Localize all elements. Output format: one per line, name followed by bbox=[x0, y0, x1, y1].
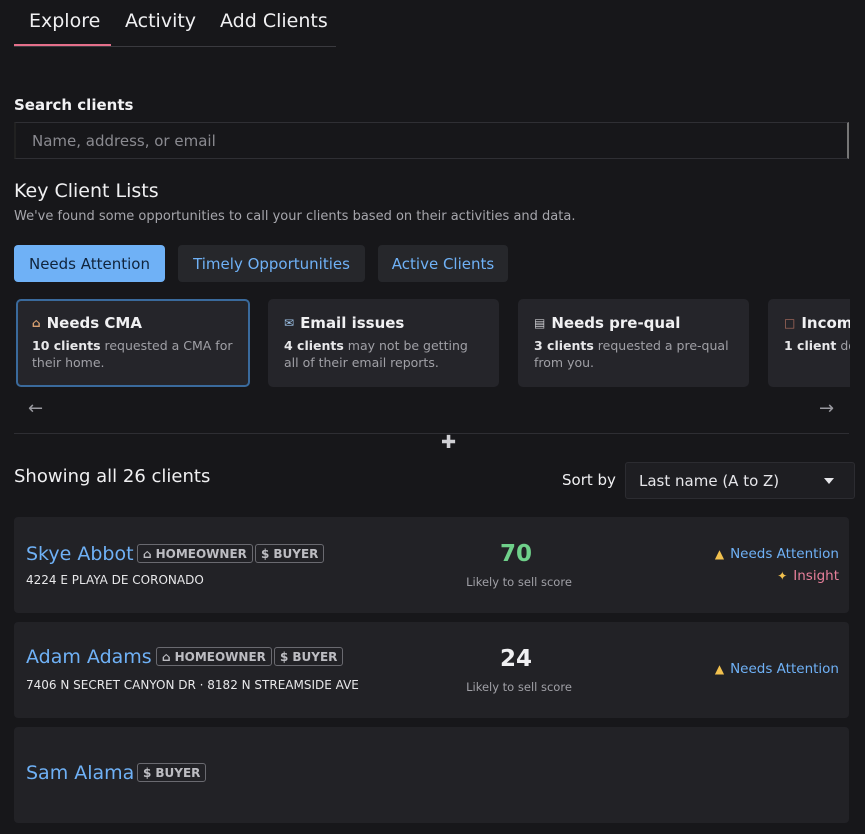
card-count: 1 client bbox=[784, 338, 837, 353]
tag-homeowner: ⌂ HOMEOWNER bbox=[137, 544, 253, 563]
sparkle-icon: ✦ bbox=[777, 569, 788, 583]
tag-buyer: $ BUYER bbox=[255, 544, 325, 563]
document-icon: ▤ bbox=[534, 316, 546, 330]
active-tab-indicator bbox=[14, 44, 111, 46]
sort-select[interactable]: Last name (A to Z) bbox=[625, 462, 855, 499]
tag-label: BUYER bbox=[292, 649, 338, 664]
house-icon: ⌂ bbox=[32, 316, 41, 330]
client-row[interactable]: Sam Alama $ BUYER bbox=[14, 727, 849, 823]
sell-score: 24 bbox=[499, 646, 532, 672]
bell-icon: ▲ bbox=[714, 547, 725, 561]
dollar-icon: $ bbox=[280, 649, 289, 664]
top-tabs: Explore Activity Add Clients bbox=[14, 0, 336, 47]
profile-icon: □ bbox=[784, 316, 796, 330]
carousel-next-button[interactable]: → bbox=[819, 398, 834, 419]
sort-value: Last name (A to Z) bbox=[639, 471, 780, 490]
tab-activity[interactable]: Activity bbox=[125, 10, 196, 32]
search-input[interactable] bbox=[14, 122, 849, 159]
divider bbox=[14, 433, 849, 434]
tag-label: BUYER bbox=[273, 546, 319, 561]
client-name[interactable]: Adam Adams bbox=[26, 646, 152, 668]
client-name[interactable]: Skye Abbot bbox=[26, 543, 134, 565]
card-count: 10 clients bbox=[32, 338, 101, 353]
status-insight[interactable]: ✦ Insight bbox=[777, 568, 839, 584]
status-label: Needs Attention bbox=[730, 546, 839, 562]
status-needs-attention[interactable]: ▲ Needs Attention bbox=[715, 546, 839, 562]
key-client-lists-subtitle: We've found some opportunities to call y… bbox=[14, 209, 576, 224]
showing-count: Showing all 26 clients bbox=[14, 466, 211, 487]
tag-label: BUYER bbox=[155, 765, 201, 780]
pill-active-clients[interactable]: Active Clients bbox=[378, 245, 508, 282]
card-title: Needs CMA bbox=[46, 314, 142, 332]
move-cursor-icon: ✚ bbox=[441, 432, 457, 453]
pill-timely-opportunities[interactable]: Timely Opportunities bbox=[178, 245, 365, 282]
client-address: 7406 N SECRET CANYON DR · 8182 N STREAMS… bbox=[26, 678, 359, 692]
client-row[interactable]: Adam Adams ⌂ HOMEOWNER $ BUYER 7406 N SECR… bbox=[14, 622, 849, 718]
tag-label: HOMEOWNER bbox=[155, 546, 247, 561]
client-address: 4224 E PLAYA DE CORONADO bbox=[26, 573, 204, 587]
pill-needs-attention[interactable]: Needs Attention bbox=[14, 245, 165, 282]
card-text: doe profile infor bbox=[840, 338, 850, 353]
dollar-icon: $ bbox=[261, 546, 270, 561]
tag-buyer: $ BUYER bbox=[137, 763, 207, 782]
card-title: Needs pre-qual bbox=[551, 314, 681, 332]
tag-homeowner: ⌂ HOMEOWNER bbox=[156, 647, 272, 666]
card-needs-pre-qual[interactable]: ▤ Needs pre-qual 3 clients requested a p… bbox=[518, 299, 749, 387]
key-client-lists-title: Key Client Lists bbox=[14, 180, 159, 202]
card-needs-cma[interactable]: ⌂ Needs CMA 10 clients requested a CMA f… bbox=[16, 299, 250, 387]
client-name[interactable]: Sam Alama bbox=[26, 762, 134, 784]
status-needs-attention[interactable]: ▲ Needs Attention bbox=[715, 661, 839, 677]
bell-icon: ▲ bbox=[714, 662, 725, 676]
chevron-down-icon bbox=[824, 478, 834, 484]
status-label: Needs Attention bbox=[730, 661, 839, 677]
search-label: Search clients bbox=[14, 96, 134, 114]
card-title: Incom bbox=[801, 314, 850, 332]
home-icon: ⌂ bbox=[143, 546, 152, 561]
card-count: 4 clients bbox=[284, 338, 344, 353]
sell-score: 70 bbox=[499, 541, 532, 567]
card-title: Email issues bbox=[300, 314, 405, 332]
tab-explore[interactable]: Explore bbox=[29, 10, 100, 32]
sell-score-label: Likely to sell score bbox=[466, 575, 572, 589]
card-incomplete-profile[interactable]: □ Incom 1 client doe profile infor bbox=[768, 299, 850, 387]
tab-add-clients[interactable]: Add Clients bbox=[220, 10, 328, 32]
tag-buyer: $ BUYER bbox=[274, 647, 344, 666]
sort-label: Sort by bbox=[562, 471, 616, 489]
status-label: Insight bbox=[793, 568, 839, 584]
tag-label: HOMEOWNER bbox=[174, 649, 266, 664]
sell-score-label: Likely to sell score bbox=[466, 680, 572, 694]
client-row[interactable]: Skye Abbot ⌂ HOMEOWNER $ BUYER 4224 E PLAY… bbox=[14, 517, 849, 613]
card-email-issues[interactable]: ✉ Email issues 4 clients may not be gett… bbox=[268, 299, 499, 387]
mail-icon: ✉ bbox=[284, 316, 295, 330]
carousel-prev-button[interactable]: ← bbox=[28, 398, 43, 419]
card-count: 3 clients bbox=[534, 338, 594, 353]
dollar-icon: $ bbox=[143, 765, 152, 780]
home-icon: ⌂ bbox=[162, 649, 171, 664]
